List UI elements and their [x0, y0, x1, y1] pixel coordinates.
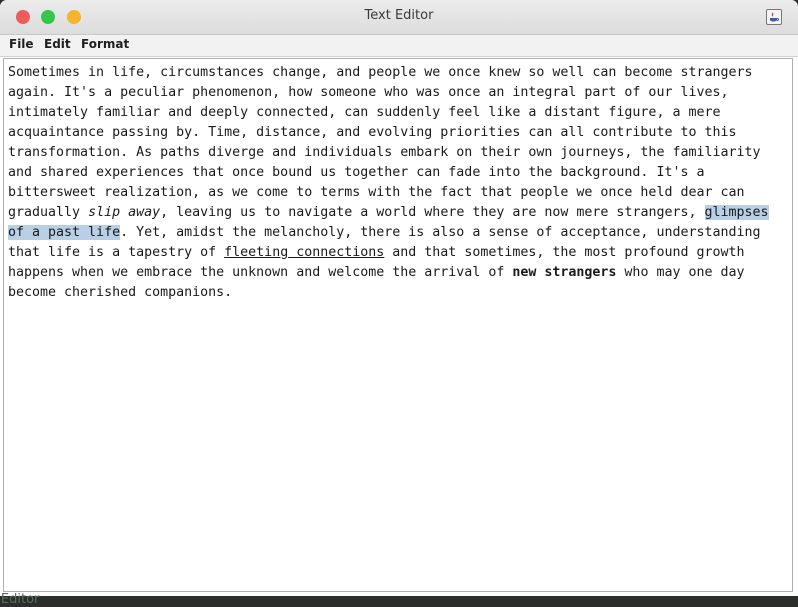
- menu-file[interactable]: File: [9, 37, 34, 51]
- bold-text: new strangers: [512, 265, 617, 280]
- title-bar[interactable]: Text Editor: [0, 0, 798, 35]
- background-window-title: xt Editor: [0, 592, 40, 607]
- document-text[interactable]: Sometimes in life, circumstances change,…: [8, 63, 792, 303]
- menu-format[interactable]: Format: [81, 37, 129, 51]
- italic-text: slip away: [88, 205, 161, 220]
- window-title: Text Editor: [364, 8, 434, 23]
- text-editor-window: Text Editor File Edit Format Sometimes i…: [0, 0, 798, 596]
- underlined-text: fleeting connections: [224, 245, 385, 260]
- java-app-icon: [766, 9, 782, 25]
- menu-bar: File Edit Format: [0, 35, 798, 57]
- text-area[interactable]: Sometimes in life, circumstances change,…: [3, 58, 793, 592]
- menu-edit[interactable]: Edit: [44, 37, 71, 51]
- text-segment: , leaving us to navigate a world where t…: [160, 205, 705, 220]
- text-segment: Sometimes in life, circumstances change,…: [8, 65, 761, 220]
